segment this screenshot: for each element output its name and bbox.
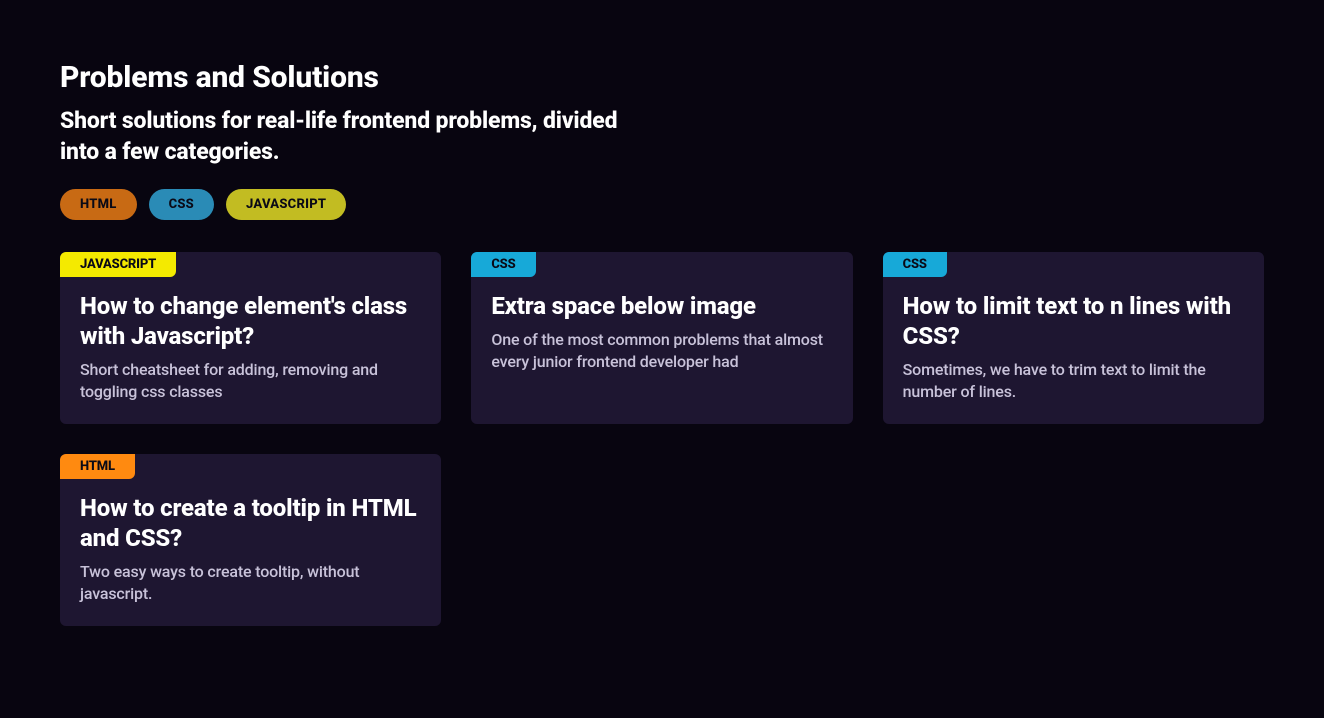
filter-pill-javascript[interactable]: JAVASCRIPT	[226, 189, 346, 220]
card[interactable]: HTMLHow to create a tooltip in HTML and …	[60, 454, 441, 626]
filter-pill-html[interactable]: HTML	[60, 189, 137, 220]
card-desc: Two easy ways to create tooltip, without…	[80, 561, 421, 604]
card-body: How to create a tooltip in HTML and CSS?…	[60, 479, 441, 604]
filter-pill-css[interactable]: CSS	[149, 189, 214, 220]
card-tag: CSS	[471, 252, 535, 277]
card[interactable]: CSSHow to limit text to n lines with CSS…	[883, 252, 1264, 424]
card-desc: Short cheatsheet for adding, removing an…	[80, 359, 421, 402]
card-body: How to limit text to n lines with CSS? So…	[883, 277, 1264, 402]
card-desc: Sometimes, we have to trim text to limit…	[903, 359, 1244, 402]
card-desc: One of the most common problems that alm…	[491, 329, 832, 372]
card-body: How to change element's class with Javas…	[60, 277, 441, 402]
card-tag: JAVASCRIPT	[60, 252, 176, 277]
filter-pill-row: HTML CSS JAVASCRIPT	[60, 189, 1264, 220]
card[interactable]: JAVASCRIPT How to change element's class …	[60, 252, 441, 424]
card[interactable]: CSS Extra space below image One of the mos…	[471, 252, 852, 424]
card-title: How to create a tooltip in HTML and CSS?	[80, 493, 421, 553]
card-body: Extra space below image One of the most c…	[471, 277, 852, 372]
card-title: How to limit text to n lines with CSS?	[903, 291, 1244, 351]
card-tag: CSS	[883, 252, 947, 277]
page-title: Problems and Solutions	[60, 60, 1264, 95]
card-title: How to change element's class with Javas…	[80, 291, 421, 351]
page-subtitle: Short solutions for real-life frontend p…	[60, 105, 620, 167]
card-tag: HTML	[60, 454, 135, 479]
card-title: Extra space below image	[491, 291, 832, 321]
cards-grid: JAVASCRIPT How to change element's class …	[60, 252, 1264, 626]
